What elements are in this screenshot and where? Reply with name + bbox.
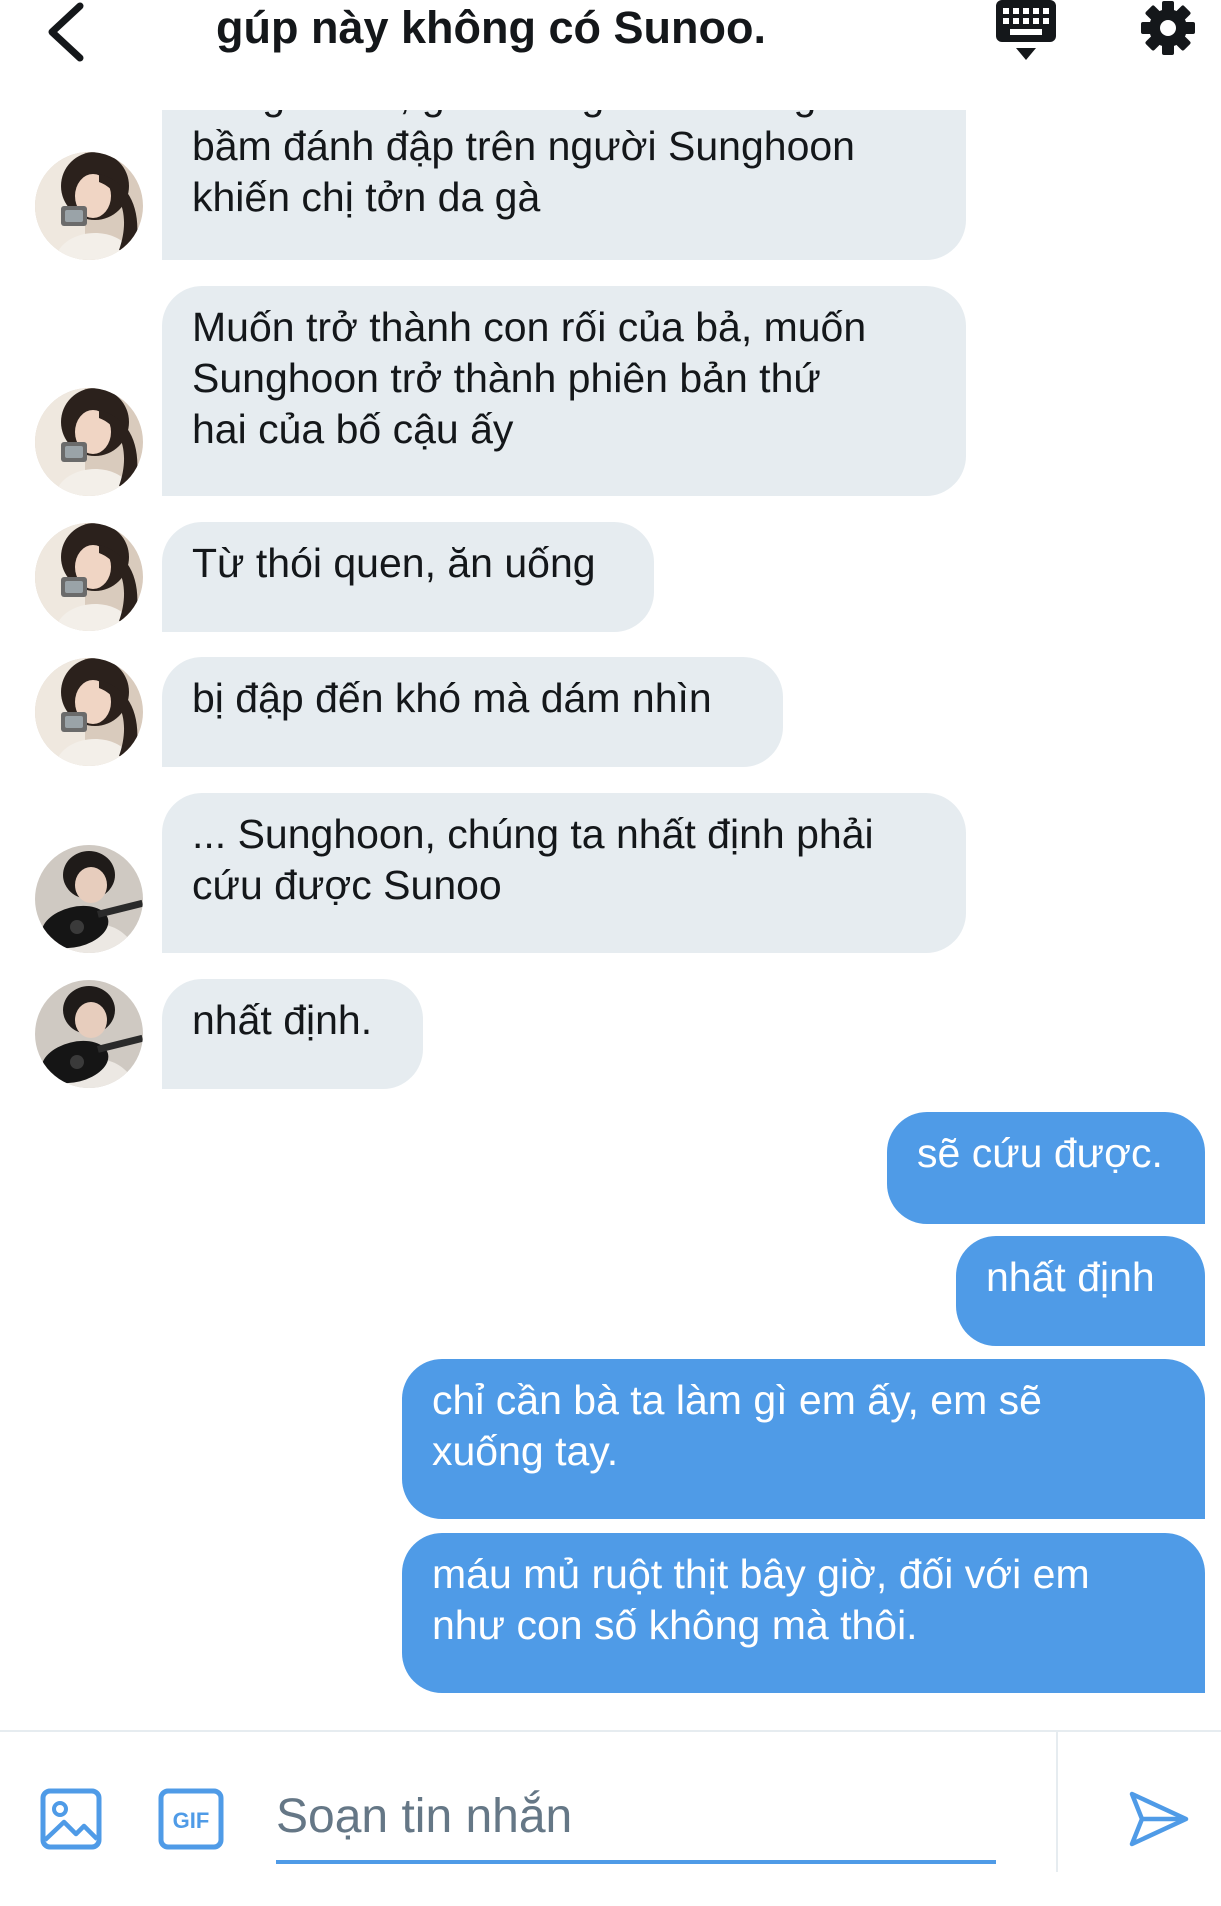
- avatar[interactable]: [35, 658, 143, 766]
- back-button[interactable]: [36, 0, 96, 70]
- avatar[interactable]: [35, 152, 143, 260]
- incoming-message-bubble[interactable]: nhất định.: [162, 979, 423, 1089]
- avatar[interactable]: [35, 388, 143, 496]
- add-gif-button[interactable]: GIF: [158, 1788, 224, 1850]
- gif-icon: GIF: [158, 1788, 224, 1850]
- avatar[interactable]: [35, 980, 143, 1088]
- incoming-message-bubble[interactable]: đời giữ con, giữ chồng. Nhìn dòng vết bầ…: [162, 110, 966, 260]
- outgoing-message-bubble[interactable]: nhất định: [956, 1236, 1205, 1346]
- keyboard-icon: [996, 0, 1056, 60]
- avatar-boy-guitar: [35, 980, 143, 1088]
- message-list[interactable]: đời giữ con, giữ chồng. Nhìn dòng vết bầ…: [0, 110, 1221, 1730]
- outgoing-message-bubble[interactable]: máu mủ ruột thịt bây giờ, đối với em như…: [402, 1533, 1205, 1693]
- avatar[interactable]: [35, 845, 143, 953]
- incoming-message-bubble[interactable]: Từ thói quen, ăn uống: [162, 522, 654, 632]
- incoming-message-bubble[interactable]: Muốn trở thành con rối của bả, muốn Sung…: [162, 286, 966, 496]
- keyboard-button[interactable]: [992, 0, 1060, 64]
- incoming-message-bubble[interactable]: ... Sunghoon, chúng ta nhất định phải cứ…: [162, 793, 966, 953]
- composer-divider: [1056, 1732, 1058, 1872]
- chevron-left-icon: [48, 2, 84, 62]
- message-input[interactable]: Soạn tin nhắn: [276, 1772, 996, 1864]
- message-composer: GIF Soạn tin nhắn: [0, 1730, 1221, 1906]
- avatar-girl: [35, 658, 143, 766]
- avatar-girl: [35, 523, 143, 631]
- image-icon: [40, 1788, 102, 1850]
- incoming-message-bubble[interactable]: bị đập đến khó mà dám nhìn: [162, 657, 783, 767]
- gif-label: GIF: [173, 1808, 210, 1833]
- avatar-girl: [35, 388, 143, 496]
- avatar[interactable]: [35, 523, 143, 631]
- avatar-girl: [35, 152, 143, 260]
- send-button[interactable]: [1128, 1788, 1190, 1850]
- settings-button[interactable]: [1138, 0, 1198, 60]
- conversation-header: gúp này không có Sunoo.: [0, 0, 1221, 76]
- gear-icon: [1141, 1, 1195, 55]
- outgoing-message-bubble[interactable]: sẽ cứu được.: [887, 1112, 1205, 1224]
- add-image-button[interactable]: [40, 1788, 102, 1850]
- send-icon: [1129, 1791, 1189, 1847]
- conversation-title: gúp này không có Sunoo.: [216, 2, 766, 53]
- outgoing-message-bubble[interactable]: chỉ cần bà ta làm gì em ấy, em sẽ xuống …: [402, 1359, 1205, 1519]
- avatar-boy-guitar: [35, 845, 143, 953]
